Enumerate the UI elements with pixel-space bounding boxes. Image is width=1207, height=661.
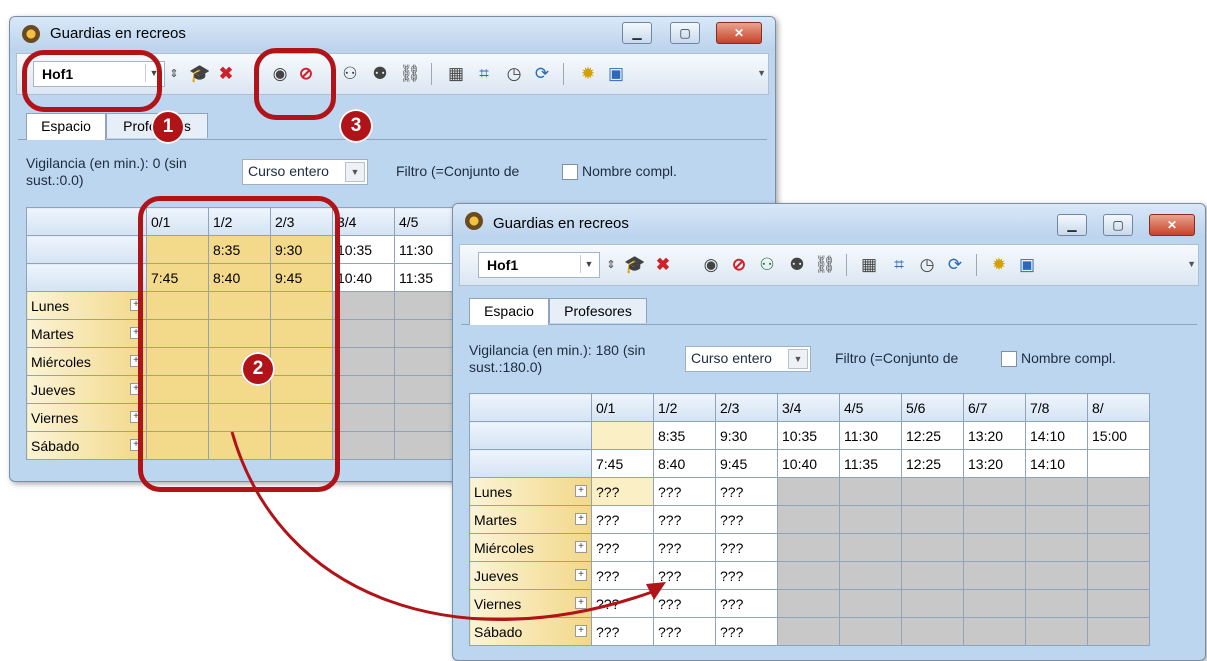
annotation-arrow bbox=[230, 431, 666, 621]
annotation-arrowhead bbox=[646, 582, 666, 600]
annotation-arrow-path bbox=[230, 431, 653, 621]
